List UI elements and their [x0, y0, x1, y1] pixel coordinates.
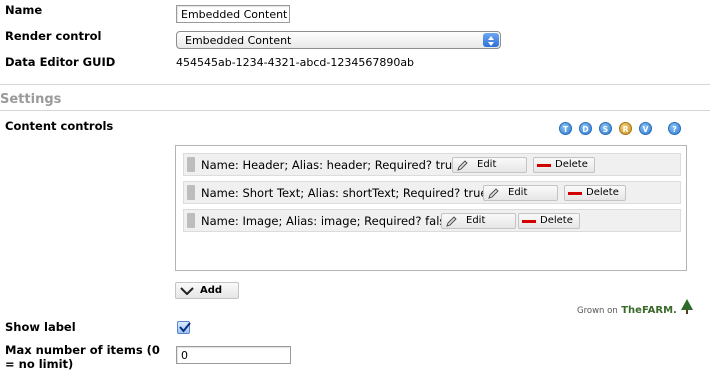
pencil-icon — [488, 188, 499, 199]
pencil-icon — [457, 160, 468, 171]
grown-on-text: Grown on — [577, 306, 618, 316]
content-controls-panel: Name: Header; Alias: header; Required? t… — [175, 145, 687, 271]
edit-button[interactable]: Edit — [483, 185, 558, 201]
show-label-label: Show label — [5, 320, 76, 334]
text-type-icon[interactable]: T — [559, 122, 572, 135]
render-control-value: Embedded Content — [185, 34, 292, 47]
drag-handle[interactable] — [187, 157, 195, 172]
content-controls-label: Content controls — [5, 119, 114, 133]
control-description: Name: Header; Alias: header; Required? t… — [201, 158, 464, 172]
control-description: Name: Short Text; Alias: shortText; Requ… — [201, 186, 492, 200]
edit-label: Edit — [466, 215, 486, 226]
divider — [0, 84, 710, 85]
settings-heading: Settings — [0, 92, 62, 107]
chevron-down-icon — [180, 287, 194, 295]
name-label: Name — [5, 3, 43, 17]
help-icon[interactable]: ? — [668, 122, 681, 135]
checkmark-icon — [179, 322, 191, 333]
render-control-select[interactable]: Embedded Content — [176, 31, 501, 49]
show-label-checkbox[interactable] — [177, 321, 191, 334]
minus-icon — [522, 220, 536, 223]
farm-credit: Grown on TheFARM. — [577, 299, 694, 316]
drag-handle[interactable] — [187, 213, 195, 228]
render-control-label: Render control — [5, 29, 102, 43]
delete-button[interactable]: Delete — [518, 213, 580, 229]
divider — [0, 110, 710, 111]
farm-brand: TheFARM. — [621, 305, 677, 316]
add-label: Add — [200, 285, 223, 296]
delete-button[interactable]: Delete — [533, 157, 595, 173]
edit-button[interactable]: Edit — [441, 213, 516, 229]
select-arrows-icon — [483, 33, 499, 47]
v-type-icon[interactable]: V — [639, 122, 652, 135]
max-items-label: Max number of items (0 = no limit) — [5, 343, 160, 371]
max-items-input[interactable]: 0 — [176, 346, 291, 364]
guid-label: Data Editor GUID — [5, 55, 116, 69]
richtext-type-icon[interactable]: R — [619, 122, 632, 135]
name-input[interactable]: Embedded Content — [176, 5, 290, 23]
drag-handle[interactable] — [187, 185, 195, 200]
list-item[interactable]: Name: Header; Alias: header; Required? t… — [183, 153, 681, 176]
minus-icon — [568, 192, 582, 195]
delete-label: Delete — [586, 187, 619, 198]
delete-button[interactable]: Delete — [564, 185, 626, 201]
select-type-icon[interactable]: S — [599, 122, 612, 135]
tree-icon — [681, 299, 694, 314]
list-item[interactable]: Name: Image; Alias: image; Required? fal… — [183, 209, 681, 232]
control-description: Name: Image; Alias: image; Required? fal… — [201, 214, 457, 228]
delete-label: Delete — [540, 215, 573, 226]
delete-label: Delete — [555, 159, 588, 170]
minus-icon — [537, 164, 551, 167]
pencil-icon — [446, 216, 457, 227]
guid-value: 454545ab-1234-4321-abcd-1234567890ab — [176, 56, 415, 69]
add-button[interactable]: Add — [175, 282, 239, 299]
list-item[interactable]: Name: Short Text; Alias: shortText; Requ… — [183, 181, 681, 204]
edit-label: Edit — [477, 159, 497, 170]
edit-label: Edit — [508, 187, 528, 198]
edit-button[interactable]: Edit — [452, 157, 527, 173]
date-type-icon[interactable]: D — [579, 122, 592, 135]
